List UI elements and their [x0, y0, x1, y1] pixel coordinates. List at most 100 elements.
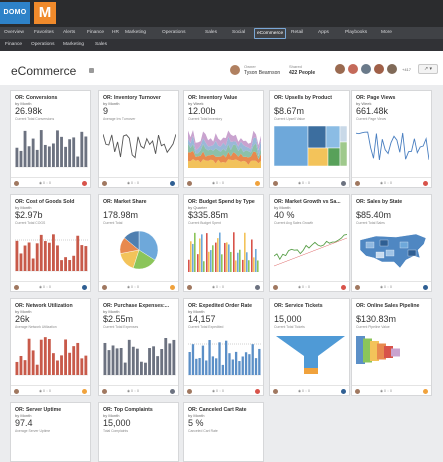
card-chart[interactable] — [274, 228, 347, 272]
owner-avatar[interactable] — [14, 388, 19, 394]
owner-avatar[interactable] — [355, 180, 360, 186]
subnav-item-operations[interactable]: Operations — [31, 39, 54, 51]
subnav-item-finance[interactable]: Finance — [5, 39, 22, 51]
nav-item-favorites[interactable]: Favorites — [34, 27, 54, 39]
card[interactable]: OR: Upsells by Product $8.67m Current Upse… — [269, 90, 350, 188]
shared-avatar[interactable] — [387, 64, 397, 74]
card[interactable]: OR: Page Views by Week 661.48k Current Page… — [351, 90, 432, 188]
card-chart[interactable] — [15, 228, 88, 272]
shared-avatar[interactable] — [335, 64, 345, 74]
card[interactable]: OR: Sales by State $85.40m Current Total S… — [351, 194, 432, 292]
nav-item-alerts[interactable]: Alerts — [63, 27, 75, 39]
nav-item-finance[interactable]: Finance — [87, 27, 104, 39]
card-chart[interactable] — [356, 124, 429, 168]
owner-avatar[interactable] — [355, 388, 360, 394]
card[interactable]: OR: Canceled Cart Rate by Month 5 % Cancele… — [183, 402, 264, 462]
nav-item-marketing[interactable]: Marketing — [125, 27, 146, 39]
more-shared-count[interactable]: +417 — [402, 67, 411, 72]
card-stats[interactable]: ◉ 0 ◌ 0 — [212, 285, 224, 289]
card-stats[interactable]: ◉ 0 ◌ 0 — [380, 389, 392, 393]
card-chart[interactable] — [15, 332, 88, 376]
owner-avatar[interactable] — [273, 180, 278, 186]
card[interactable]: OR: Budget Spend by Type by Quarter $335.8… — [183, 194, 264, 292]
owner-avatar[interactable] — [102, 284, 107, 290]
nav-item-operations[interactable]: Operations — [162, 27, 185, 39]
nav-item-more[interactable]: More — [381, 27, 392, 39]
owner-avatar[interactable] — [102, 388, 107, 394]
card-stats[interactable]: ◉ 0 ◌ 0 — [39, 389, 51, 393]
subnav-item-marketing[interactable]: Marketing — [63, 39, 84, 51]
card-stats[interactable]: ◉ 0 ◌ 0 — [298, 389, 310, 393]
card-title[interactable]: OR: Sales by State — [356, 199, 402, 205]
card-stats[interactable]: ◉ 0 ◌ 0 — [39, 285, 51, 289]
card-chart[interactable] — [188, 228, 261, 272]
owner-avatar[interactable] — [14, 284, 19, 290]
subnav-item-sales[interactable]: Sales — [95, 39, 107, 51]
card-stats[interactable]: ◉ 0 ◌ 0 — [127, 181, 139, 185]
card[interactable]: OR: Cost of Goods Sold by Month $2.97b Curr… — [10, 194, 91, 292]
card-stats[interactable]: ◉ 0 ◌ 0 — [212, 389, 224, 393]
card[interactable]: OR: Inventory Value by Week 12.00b Current … — [183, 90, 264, 188]
nav-item-sales[interactable]: Sales — [205, 27, 217, 39]
owner-avatar[interactable] — [187, 388, 192, 394]
card-chart[interactable] — [356, 228, 429, 272]
card-chart[interactable] — [15, 124, 88, 168]
page-options-button[interactable]: ↗ ▾ — [418, 64, 438, 74]
card-stats[interactable]: ◉ 0 ◌ 0 — [127, 389, 139, 393]
nav-item-playbooks[interactable]: Playbooks — [345, 27, 367, 39]
card-chart[interactable] — [188, 124, 261, 168]
card[interactable]: OR: Purchase Expenses:... by Month $2.55m C… — [98, 298, 179, 396]
owner-avatar[interactable] — [14, 180, 19, 186]
card-chart[interactable] — [103, 332, 176, 376]
card-chart[interactable] — [188, 332, 261, 376]
card[interactable]: OR: Network Utilization by Month 26k Averag… — [10, 298, 91, 396]
domo-logo[interactable]: DOMO — [0, 2, 30, 24]
owner-avatar[interactable] — [187, 284, 192, 290]
card[interactable]: OR: Inventory Turnover by Month 9 Average I… — [98, 90, 179, 188]
nav-item-overview[interactable]: Overview — [4, 27, 24, 39]
card-chart[interactable] — [274, 332, 347, 376]
card-title[interactable]: OR: Online Sales Pipeline — [356, 303, 419, 309]
owner-avatar[interactable] — [102, 180, 107, 186]
shared-avatar[interactable] — [361, 64, 371, 74]
card-stats[interactable]: ◉ 0 ◌ 0 — [380, 285, 392, 289]
bar — [238, 361, 241, 375]
card-stats[interactable]: ◉ 0 ◌ 0 — [380, 181, 392, 185]
card-title[interactable]: OR: Service Tickets — [274, 303, 323, 309]
card[interactable]: OR: Expedited Order Rate by Month 14,157 Cu… — [183, 298, 264, 396]
card-stats[interactable]: ◉ 0 ◌ 0 — [298, 181, 310, 185]
shared-avatar[interactable] — [374, 64, 384, 74]
bar — [47, 146, 51, 167]
owner-avatar[interactable] — [230, 65, 240, 75]
card-chart[interactable] — [103, 124, 176, 168]
shared-avatar[interactable] — [348, 64, 358, 74]
card-title[interactable]: OR: Market Share — [103, 199, 147, 205]
card[interactable]: OR: Market Share 178.98m Current Total ◉ 0 … — [98, 194, 179, 292]
owner-avatar[interactable] — [355, 284, 360, 290]
card-chart[interactable] — [356, 332, 429, 376]
nav-item-apps[interactable]: Apps — [318, 27, 329, 39]
card-chart[interactable] — [103, 228, 176, 272]
card-stats[interactable]: ◉ 0 ◌ 0 — [298, 285, 310, 289]
card[interactable]: OR: Market Growth vs Sa... by Month 40 % Cu… — [269, 194, 350, 292]
owner-avatar[interactable] — [273, 388, 278, 394]
card[interactable]: OR: Service Tickets 15,000 Current Total T… — [269, 298, 350, 396]
card[interactable]: OR: Conversions by Month 26.98k Current Tot… — [10, 90, 91, 188]
card-chart[interactable] — [274, 124, 347, 168]
owner-avatar[interactable] — [187, 180, 192, 186]
card[interactable]: OR: Top Complaints by Month 15,000 Total Co… — [98, 402, 179, 462]
shared-count[interactable]: 422 People — [289, 70, 315, 76]
card-stats[interactable]: ◉ 0 ◌ 0 — [212, 181, 224, 185]
nav-item-retail[interactable]: Retail — [291, 27, 303, 39]
card-title[interactable]: OR: Upsells by Product — [274, 95, 332, 101]
nav-item-ecommerce[interactable]: eCommerce — [254, 27, 287, 39]
owner-avatar[interactable] — [273, 284, 278, 290]
owner-name[interactable]: Tyson Bearnson — [244, 70, 280, 76]
nav-item-hr[interactable]: HR — [112, 27, 119, 39]
card-stats[interactable]: ◉ 0 ◌ 0 — [39, 181, 51, 185]
card-stats[interactable]: ◉ 0 ◌ 0 — [127, 285, 139, 289]
card[interactable]: OR: Server Uptime by Month 97.4 Average Ser… — [10, 402, 91, 462]
nav-item-social[interactable]: Social — [232, 27, 245, 39]
company-logo[interactable]: M — [34, 2, 56, 24]
card[interactable]: OR: Online Sales Pipeline $130.83m Current… — [351, 298, 432, 396]
